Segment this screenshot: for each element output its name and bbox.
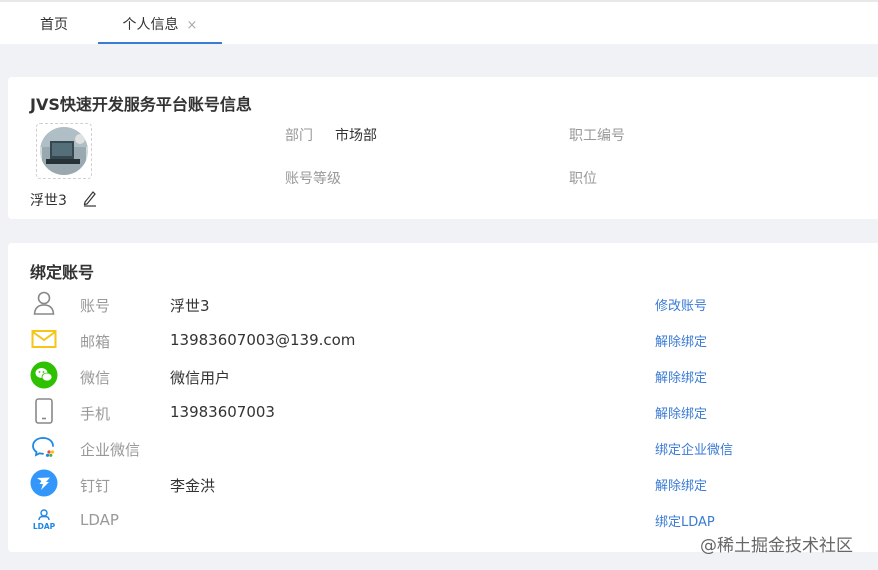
profile-card: JVS快速开发服务平台账号信息 浮世3 部门 市场部 职工编号 账号等级 职位 <box>8 77 878 219</box>
unbind-phone-link[interactable]: 解除绑定 <box>655 403 707 422</box>
avatar[interactable] <box>36 123 92 179</box>
row-value-account: 浮世3 <box>170 297 210 315</box>
tab-profile[interactable]: 个人信息 × <box>98 2 222 44</box>
tab-home[interactable]: 首页 <box>20 2 88 44</box>
unbind-email-link[interactable]: 解除绑定 <box>655 331 707 350</box>
wechat-icon <box>30 361 58 389</box>
unbind-dingtalk-link[interactable]: 解除绑定 <box>655 475 707 494</box>
tab-profile-label: 个人信息 <box>122 17 179 33</box>
tab-home-label: 首页 <box>40 17 68 33</box>
modify-account-link[interactable]: 修改账号 <box>655 295 707 314</box>
phone-icon <box>30 397 58 425</box>
profile-title: JVS快速开发服务平台账号信息 <box>30 95 252 114</box>
department-label: 部门 <box>285 128 313 144</box>
tab-bar: 首页 个人信息 × <box>0 0 878 44</box>
dingtalk-icon <box>30 469 58 497</box>
unbind-wechat-link[interactable]: 解除绑定 <box>655 367 707 386</box>
row-value-wechat: 微信用户 <box>170 369 231 387</box>
watermark: @稀土掘金技术社区 <box>700 536 853 556</box>
position-label: 职位 <box>569 171 597 187</box>
bind-ldap-link[interactable]: 绑定LDAP <box>655 511 715 530</box>
row-label-phone: 手机 <box>80 405 111 423</box>
bindings-title: 绑定账号 <box>30 263 95 282</box>
user-name: 浮世3 <box>30 193 67 209</box>
wecom-icon <box>30 433 58 461</box>
row-value-phone: 13983607003 <box>170 403 275 421</box>
row-label-wecom: 企业微信 <box>80 441 141 459</box>
row-label-wechat: 微信 <box>80 369 111 387</box>
row-value-email: 13983607003@139.com <box>170 331 356 349</box>
department-value: 市场部 <box>335 128 377 144</box>
row-label-account: 账号 <box>80 297 111 315</box>
row-label-email: 邮箱 <box>80 333 111 351</box>
row-label-ldap: LDAP <box>80 511 119 529</box>
ldap-icon-text: LDAP <box>33 522 56 531</box>
ldap-icon: LDAP <box>30 505 58 533</box>
user-icon <box>30 289 58 317</box>
edit-icon[interactable] <box>82 189 98 207</box>
employee-no-label: 职工编号 <box>569 128 625 144</box>
mail-icon <box>30 325 58 353</box>
row-value-dingtalk: 李金洪 <box>170 477 216 495</box>
avatar-image <box>40 127 88 175</box>
close-icon[interactable]: × <box>187 18 198 33</box>
bind-wecom-link[interactable]: 绑定企业微信 <box>655 439 733 458</box>
account-level-label: 账号等级 <box>285 171 341 187</box>
bindings-card: 绑定账号 账号 浮世3 修改账号 邮箱 13983607003@139.com … <box>8 243 878 552</box>
row-label-dingtalk: 钉钉 <box>80 477 111 495</box>
